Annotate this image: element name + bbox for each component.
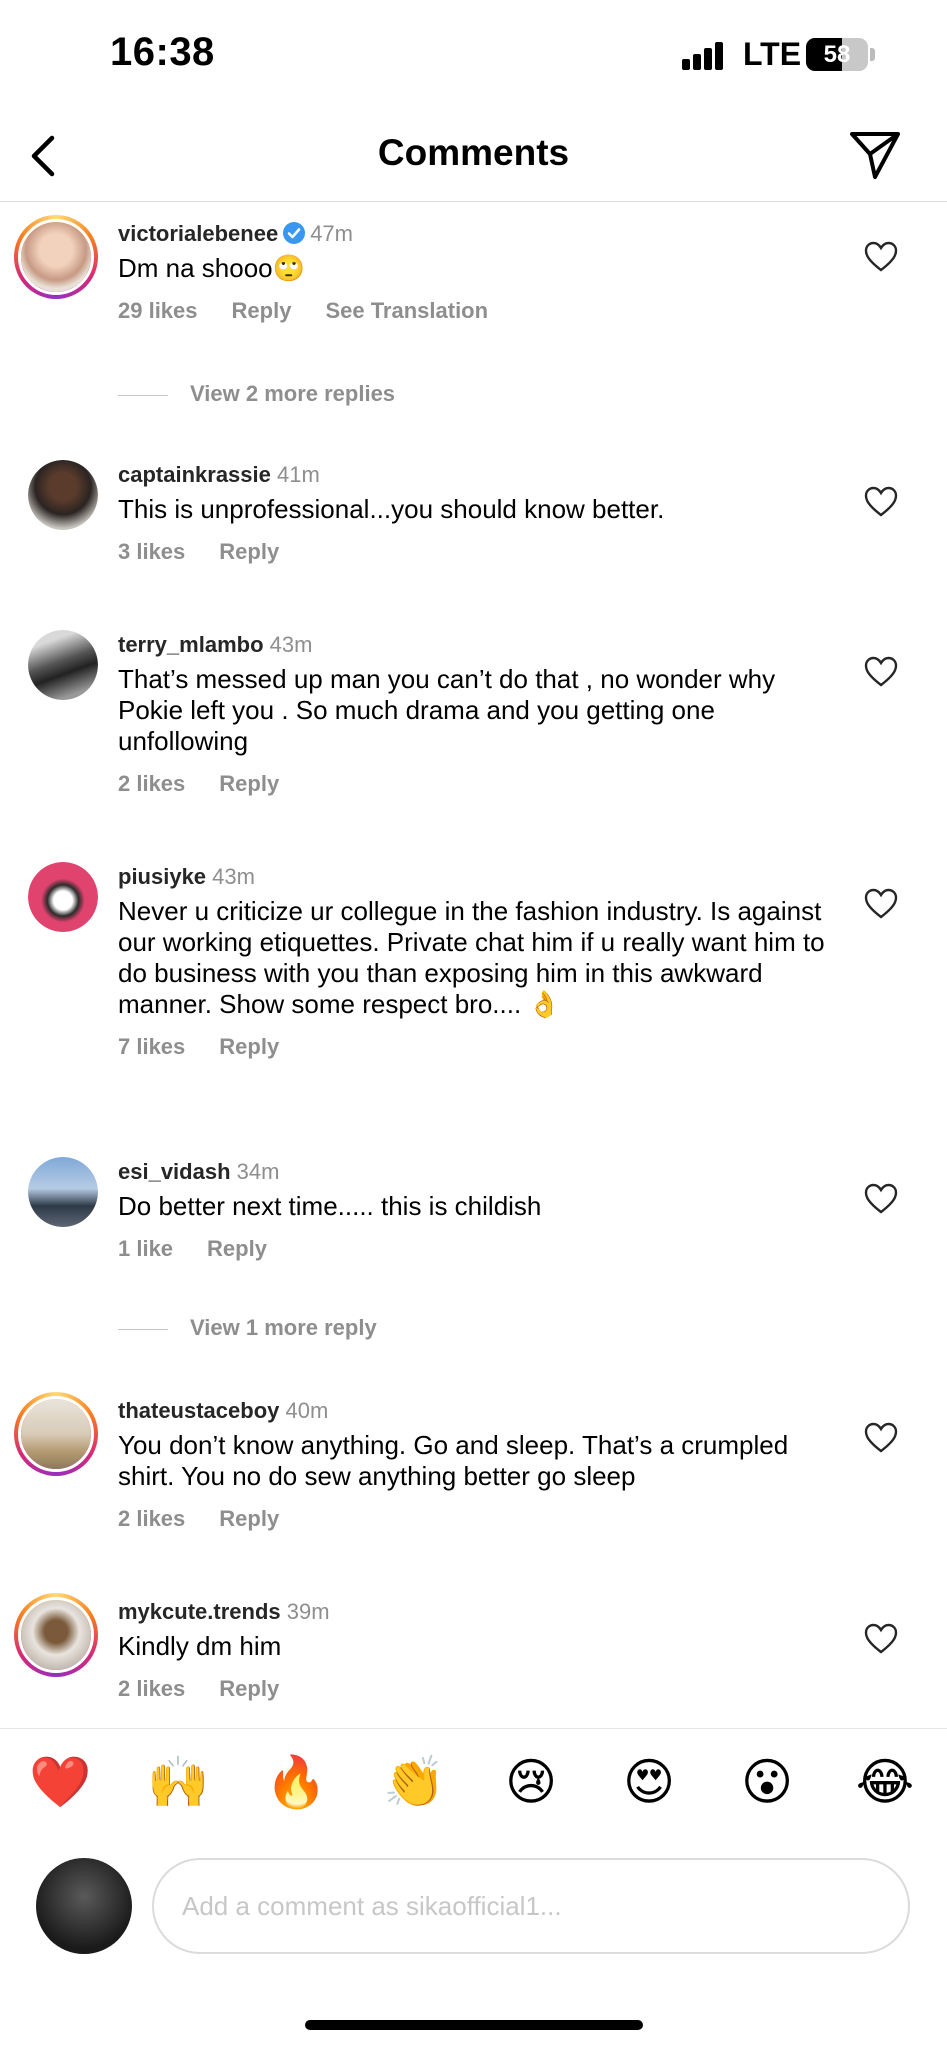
clapping-hands-emoji-icon[interactable]: 👏 <box>383 1752 445 1812</box>
status-bar: 16:38 LTE 58 <box>0 0 947 110</box>
page-title: Comments <box>377 132 570 173</box>
heart-icon[interactable] <box>864 1183 898 1215</box>
avatar[interactable] <box>14 1593 98 1677</box>
fire-emoji-icon[interactable]: 🔥 <box>265 1752 327 1812</box>
view-more-label: View 2 more replies <box>190 381 396 406</box>
likes-count[interactable]: 3 likes <box>118 539 185 564</box>
comment-text: Kindly dm him <box>118 1631 282 1661</box>
likes-count[interactable]: 2 likes <box>118 1506 185 1531</box>
reply-button[interactable]: Reply <box>219 771 279 796</box>
likes-count[interactable]: 7 likes <box>118 1034 185 1059</box>
reply-button[interactable]: Reply <box>219 1034 279 1059</box>
heart-icon[interactable] <box>864 486 898 518</box>
heart-eyes-emoji-icon[interactable]: 😍 <box>619 1752 679 1812</box>
reply-button[interactable]: Reply <box>232 298 292 323</box>
paper-plane-icon[interactable] <box>848 128 902 182</box>
heart-icon[interactable] <box>864 656 898 688</box>
comment-text: Never u criticize ur collegue in the fas… <box>118 896 825 1019</box>
avatar[interactable] <box>28 862 98 932</box>
comment-username[interactable]: captainkrassie <box>118 462 271 487</box>
comment-time: 43m <box>212 864 255 889</box>
avatar[interactable] <box>28 630 98 700</box>
heart-icon[interactable] <box>864 1422 898 1454</box>
reply-button[interactable]: Reply <box>207 1236 267 1261</box>
reply-button[interactable]: Reply <box>219 539 279 564</box>
comment-username[interactable]: victorialebenee <box>118 221 278 246</box>
comment-time: 40m <box>285 1398 329 1423</box>
comment-text: This is unprofessional...you should know… <box>118 494 665 524</box>
see-translation-button[interactable]: See Translation <box>325 298 488 323</box>
view-more-label: View 1 more reply <box>190 1315 377 1340</box>
avatar[interactable] <box>14 1392 98 1476</box>
tears-of-joy-emoji-icon[interactable]: 😂 <box>855 1752 915 1812</box>
battery-cap <box>870 48 875 61</box>
avatar[interactable] <box>28 460 98 530</box>
home-indicator <box>305 2020 643 2030</box>
view-more-replies-button[interactable]: View 1 more reply <box>118 1315 377 1341</box>
network-type: LTE <box>743 36 802 72</box>
signal-icon <box>682 40 732 70</box>
status-time: 16:38 <box>110 30 215 74</box>
crying-face-emoji-icon[interactable]: 😢 <box>501 1752 561 1812</box>
comment-text: Do better next time..... this is childis… <box>118 1191 542 1221</box>
comment-text: You don’t know anything. Go and sleep. T… <box>118 1430 789 1491</box>
comment-time: 43m <box>269 632 313 657</box>
navigation-bar: Comments <box>0 110 947 202</box>
view-more-replies-button[interactable]: View 2 more replies <box>118 381 395 407</box>
comment-input-container[interactable] <box>152 1858 910 1954</box>
comment-username[interactable]: esi_vidash <box>118 1159 231 1184</box>
heart-icon[interactable] <box>864 888 898 920</box>
comment-time: 47m <box>310 221 353 246</box>
likes-count[interactable]: 1 like <box>118 1236 173 1261</box>
verified-badge-icon <box>282 221 306 245</box>
quick-reactions-bar: ❤️ 🙌 🔥 👏 😢 😍 😮 😂 <box>0 1752 947 1828</box>
composer-divider <box>0 1728 947 1729</box>
comment-text: Dm na shooo🙄 <box>118 253 306 283</box>
battery-level: 58 <box>823 41 851 68</box>
comment-username[interactable]: terry_mlambo <box>118 632 264 657</box>
comment-time: 39m <box>286 1599 330 1624</box>
avatar[interactable] <box>28 1157 98 1227</box>
comment-time: 34m <box>236 1159 280 1184</box>
comment-text: That’s messed up man you can’t do that ,… <box>118 664 776 756</box>
reply-button[interactable]: Reply <box>219 1676 279 1701</box>
heart-icon[interactable] <box>864 241 898 273</box>
comment-username[interactable]: mykcute.trends <box>118 1599 281 1624</box>
likes-count[interactable]: 2 likes <box>118 1676 185 1701</box>
heart-icon[interactable] <box>864 1623 898 1655</box>
surprised-face-emoji-icon[interactable]: 😮 <box>737 1752 797 1812</box>
comment-time: 41m <box>277 462 320 487</box>
likes-count[interactable]: 29 likes <box>118 298 198 323</box>
likes-count[interactable]: 2 likes <box>118 771 185 796</box>
reply-button[interactable]: Reply <box>219 1506 279 1531</box>
comment-username[interactable]: thateustaceboy <box>118 1398 279 1423</box>
current-user-avatar <box>36 1858 132 1954</box>
comment-username[interactable]: piusiyke <box>118 864 206 889</box>
raising-hands-emoji-icon[interactable]: 🙌 <box>147 1752 209 1812</box>
red-heart-emoji-icon[interactable]: ❤️ <box>29 1752 91 1812</box>
avatar[interactable] <box>14 215 98 299</box>
battery-icon: 58 <box>806 38 868 71</box>
comment-input[interactable] <box>154 1860 908 1952</box>
